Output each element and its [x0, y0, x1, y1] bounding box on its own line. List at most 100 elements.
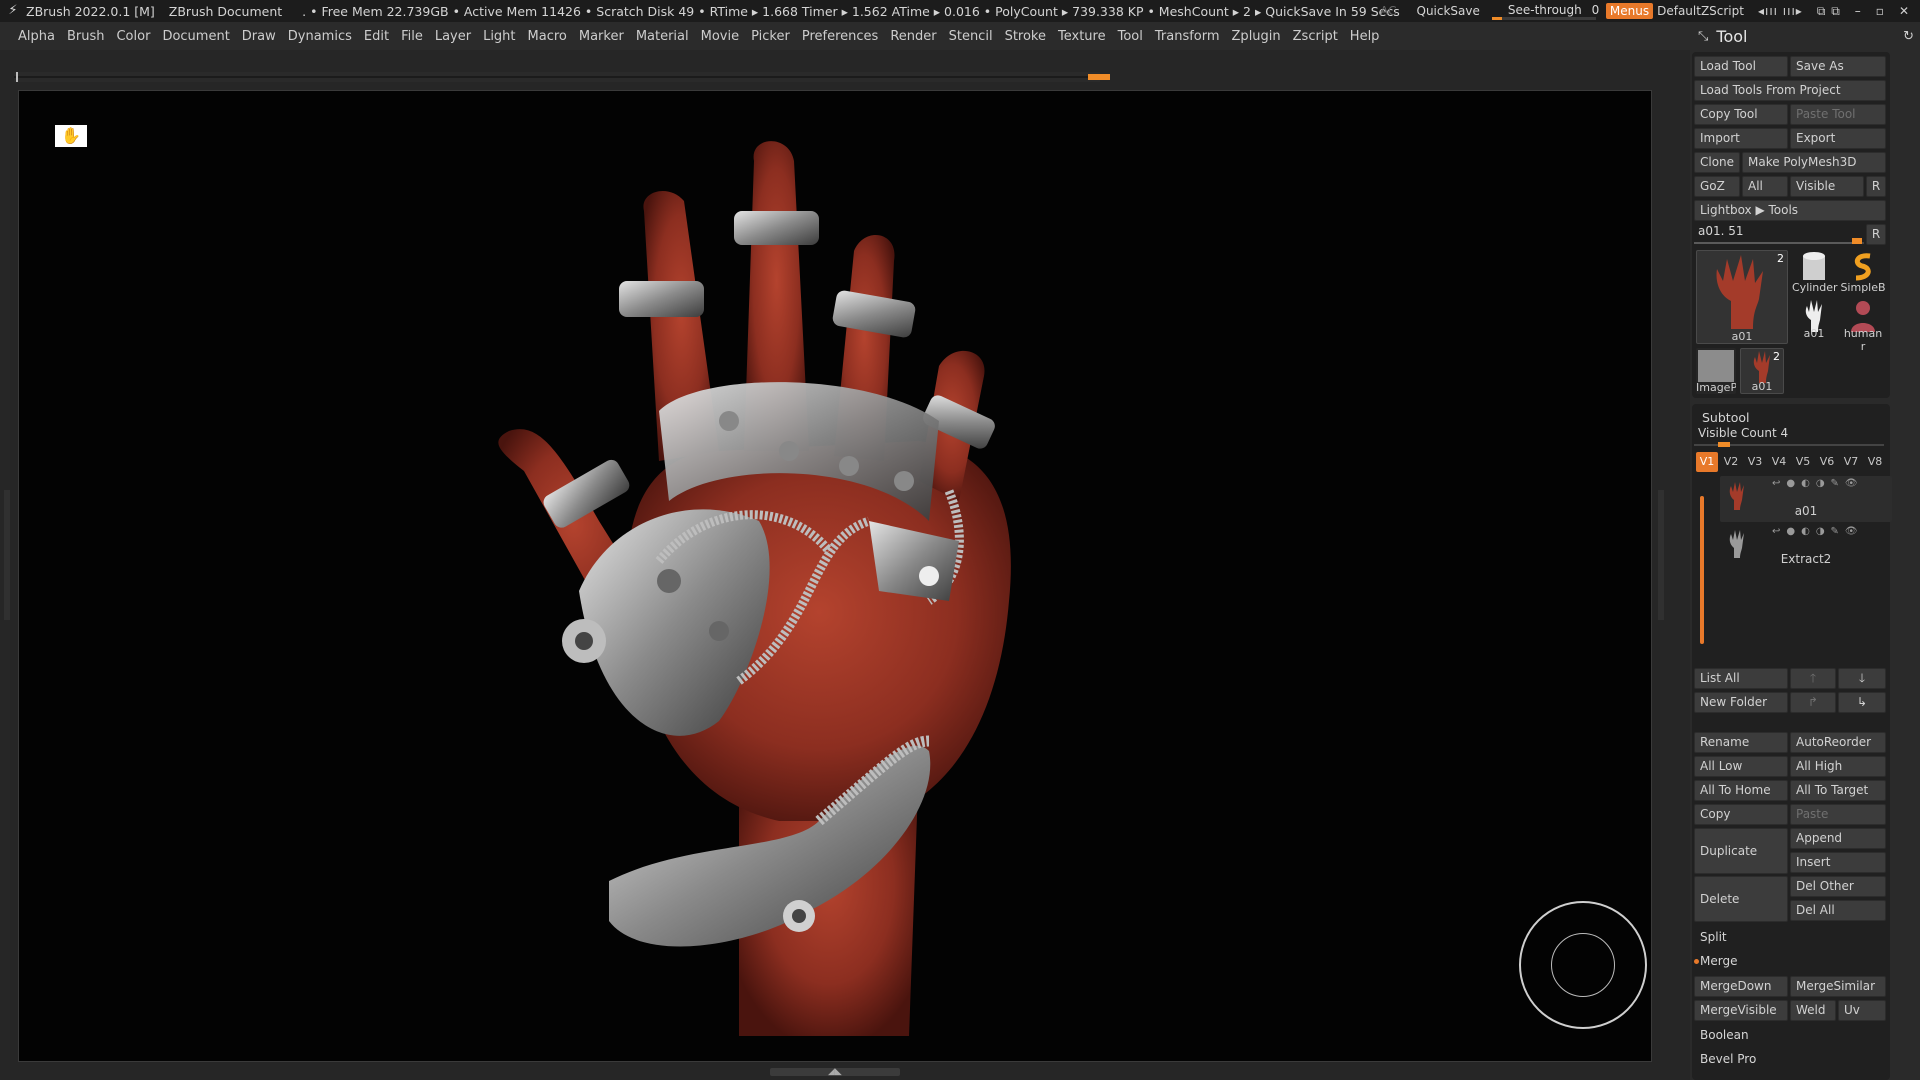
window-copy-icon[interactable]: ⧉ ⧉ — [1817, 4, 1841, 19]
menu-item-preferences[interactable]: Preferences — [802, 29, 878, 44]
menu-item-zscript[interactable]: Zscript — [1293, 29, 1338, 44]
menus-toggle-button[interactable]: Menus — [1605, 3, 1654, 19]
duplicate-button[interactable]: Duplicate — [1694, 828, 1788, 874]
subtool-title[interactable]: Subtool — [1702, 410, 1749, 425]
layout-arrows-icon[interactable]: ◂ııı ııı▸ — [1758, 4, 1803, 18]
bottom-tray-handle[interactable]: ◢◣ — [770, 1067, 900, 1077]
copy-tool-button[interactable]: Copy Tool — [1694, 104, 1788, 125]
merge-visible-button[interactable]: MergeVisible — [1694, 1000, 1788, 1021]
visibility-tab-v3[interactable]: V3 — [1744, 452, 1766, 472]
menu-item-light[interactable]: Light — [483, 29, 515, 44]
document-canvas[interactable]: ✋ — [18, 90, 1652, 1062]
menu-item-movie[interactable]: Movie — [701, 29, 739, 44]
minimize-icon[interactable]: – — [1855, 4, 1862, 18]
menu-item-picker[interactable]: Picker — [751, 29, 790, 44]
all-to-home-button[interactable]: All To Home — [1694, 780, 1788, 801]
weld-toggle[interactable]: Weld — [1790, 1000, 1836, 1021]
menu-item-transform[interactable]: Transform — [1155, 29, 1220, 44]
merge-section[interactable]: Merge — [1700, 954, 1737, 968]
left-tray-handle[interactable] — [4, 490, 10, 620]
subtool-item-a01[interactable]: ↩●◐◑✎👁 a01 — [1720, 476, 1892, 522]
menu-item-color[interactable]: Color — [116, 29, 150, 44]
timeline-knob[interactable] — [1088, 74, 1110, 80]
close-icon[interactable]: ✕ — [1899, 4, 1910, 18]
all-low-button[interactable]: All Low — [1694, 756, 1788, 777]
copy-button[interactable]: Copy — [1694, 804, 1788, 825]
insert-button[interactable]: Insert — [1790, 852, 1886, 873]
menu-item-file[interactable]: File — [401, 29, 423, 44]
merge-similar-button[interactable]: MergeSimilar — [1790, 976, 1886, 997]
goz-button[interactable]: GoZ — [1694, 176, 1740, 197]
lightbox-tools-button[interactable]: Lightbox ▶ Tools — [1694, 200, 1886, 221]
tool-thumb-imageplane[interactable]: ImagePl — [1696, 348, 1736, 394]
current-tool-r-button[interactable]: R — [1866, 224, 1886, 245]
menu-item-help[interactable]: Help — [1350, 29, 1380, 44]
menu-item-tool[interactable]: Tool — [1118, 29, 1143, 44]
visibility-tab-v7[interactable]: V7 — [1840, 452, 1862, 472]
menu-item-stroke[interactable]: Stroke — [1005, 29, 1046, 44]
uv-toggle[interactable]: Uv — [1838, 1000, 1886, 1021]
import-button[interactable]: Import — [1694, 128, 1788, 149]
menu-item-document[interactable]: Document — [162, 29, 229, 44]
clone-button[interactable]: Clone — [1694, 152, 1740, 173]
load-tools-from-project-button[interactable]: Load Tools From Project — [1694, 80, 1886, 101]
export-button[interactable]: Export — [1790, 128, 1886, 149]
tool-thumb-human[interactable]: human r — [1840, 298, 1886, 353]
subtool-a01-controls[interactable]: ↩●◐◑✎👁 — [1772, 478, 1864, 489]
bevel-pro-section[interactable]: Bevel Pro — [1700, 1052, 1756, 1066]
del-all-button[interactable]: Del All — [1790, 900, 1886, 921]
menu-item-material[interactable]: Material — [636, 29, 689, 44]
visibility-tab-v1[interactable]: V1 — [1696, 452, 1718, 472]
menu-item-stencil[interactable]: Stencil — [949, 29, 993, 44]
auto-reorder-button[interactable]: AutoReorder — [1790, 732, 1886, 753]
tool-thumb-a01[interactable]: 2 a01 — [1696, 250, 1788, 344]
right-tray-handle[interactable] — [1658, 490, 1664, 620]
delete-button[interactable]: Delete — [1694, 876, 1788, 922]
visibility-tab-v6[interactable]: V6 — [1816, 452, 1838, 472]
subtool-item-extract2[interactable]: ↩●◐◑✎👁 Extract2 — [1720, 524, 1892, 570]
paste-tool-button[interactable]: Paste Tool — [1790, 104, 1886, 125]
see-through-slider[interactable]: See-through 0 — [1491, 2, 1599, 20]
timeline-strip[interactable] — [14, 72, 1110, 82]
goz-r-button[interactable]: R — [1866, 176, 1886, 197]
visibility-tab-v5[interactable]: V5 — [1792, 452, 1814, 472]
menu-item-brush[interactable]: Brush — [67, 29, 105, 44]
save-as-button[interactable]: Save As — [1790, 56, 1886, 77]
tool-thumb-a01-small[interactable]: a01 — [1792, 298, 1836, 344]
subtool-extract2-controls[interactable]: ↩●◐◑✎👁 — [1772, 526, 1864, 537]
current-tool-slider[interactable]: a01. 51 — [1698, 224, 1744, 238]
visibility-tab-v4[interactable]: V4 — [1768, 452, 1790, 472]
menu-item-alpha[interactable]: Alpha — [18, 29, 55, 44]
refresh-icon[interactable]: ↻ — [1903, 29, 1914, 44]
default-zscript-button[interactable]: DefaultZScript — [1657, 4, 1744, 18]
maximize-icon[interactable]: ▫ — [1876, 4, 1885, 18]
ac-indicator[interactable]: AC — [1380, 4, 1396, 18]
menu-item-layer[interactable]: Layer — [435, 29, 471, 44]
menu-item-draw[interactable]: Draw — [242, 29, 276, 44]
menu-item-macro[interactable]: Macro — [528, 29, 567, 44]
move-down-icon[interactable]: 🡓 — [1838, 668, 1886, 689]
all-high-button[interactable]: All High — [1790, 756, 1886, 777]
rename-button[interactable]: Rename — [1694, 732, 1788, 753]
menu-item-edit[interactable]: Edit — [364, 29, 389, 44]
tool-thumb-cylinder[interactable]: Cylinder — [1792, 250, 1838, 296]
tool-thumb-a01-second[interactable]: 2 a01 — [1740, 348, 1784, 394]
menu-item-texture[interactable]: Texture — [1058, 29, 1106, 44]
paste-button[interactable]: Paste — [1790, 804, 1886, 825]
goz-visible-button[interactable]: Visible — [1790, 176, 1864, 197]
subtool-scrollbar[interactable] — [1700, 496, 1704, 644]
menu-item-dynamics[interactable]: Dynamics — [288, 29, 352, 44]
merge-down-button[interactable]: MergeDown — [1694, 976, 1788, 997]
tool-thumb-simpleb[interactable]: SimpleB — [1840, 250, 1886, 296]
folder-move-icon[interactable]: ↳ — [1838, 692, 1886, 713]
menu-item-render[interactable]: Render — [890, 29, 936, 44]
folder-arrow-icon[interactable]: ↱ — [1790, 692, 1836, 713]
menu-item-zplugin[interactable]: Zplugin — [1232, 29, 1281, 44]
menu-item-marker[interactable]: Marker — [579, 29, 624, 44]
all-to-target-button[interactable]: All To Target — [1790, 780, 1886, 801]
load-tool-button[interactable]: Load Tool — [1694, 56, 1788, 77]
new-folder-button[interactable]: New Folder — [1694, 692, 1788, 713]
goz-all-button[interactable]: All — [1742, 176, 1788, 197]
visible-count-slider[interactable]: Visible Count 4 — [1698, 426, 1788, 440]
del-other-button[interactable]: Del Other — [1790, 876, 1886, 897]
